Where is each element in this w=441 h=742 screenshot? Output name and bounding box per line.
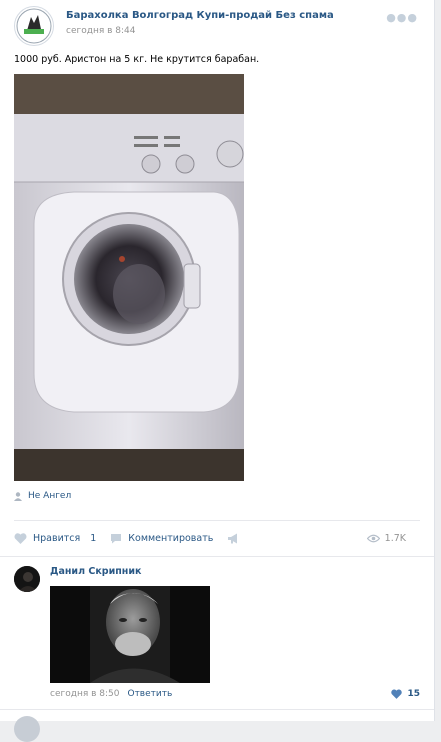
post-actions: Нравится 1 Комментировать 1.7K [14, 531, 420, 545]
comment-author-name[interactable]: Данил Скрипник [50, 566, 141, 577]
comment-icon [111, 533, 122, 543]
divider [0, 556, 434, 557]
comment-like-count: 15 [407, 689, 420, 699]
comment-meta: сегодня в 8:50 Ответить [50, 689, 172, 699]
post-text: 1000 руб. Аристон на 5 кг. Не крутится б… [14, 54, 260, 65]
more-icon[interactable]: ●●● [386, 11, 418, 24]
post-card: Барахолка Волгоград Купи-продай Без спам… [0, 0, 435, 742]
washing-machine-image [14, 74, 244, 481]
like-label: Нравится [33, 532, 81, 544]
comment-author-avatar[interactable] [14, 566, 40, 592]
comment-timestamp[interactable]: сегодня в 8:50 [50, 689, 119, 699]
divider [0, 709, 434, 710]
group-name-link[interactable]: Барахолка Волгоград Купи-продай Без спам… [66, 10, 334, 21]
comment-like-button[interactable]: 15 [391, 689, 420, 699]
views-count: 1.7K [384, 532, 406, 544]
post-signer[interactable]: Не Ангел [14, 491, 71, 501]
group-logo-icon [16, 8, 52, 44]
eye-icon [366, 534, 380, 542]
group-avatar[interactable] [14, 6, 54, 46]
divider [14, 520, 420, 521]
post-timestamp[interactable]: сегодня в 8:44 [66, 26, 135, 36]
like-count: 1 [90, 532, 97, 544]
post-photo[interactable] [14, 74, 244, 481]
views-counter: 1.7K [366, 532, 406, 544]
next-comment-avatar[interactable] [14, 716, 40, 742]
comment-button[interactable]: Комментировать [110, 533, 213, 544]
signer-name[interactable]: Не Ангел [28, 491, 71, 501]
comment-photo[interactable] [50, 586, 210, 683]
reply-link[interactable]: Ответить [127, 689, 172, 699]
comment-label: Комментировать [128, 532, 214, 544]
user-icon [14, 491, 22, 501]
like-button[interactable]: Нравится 1 [14, 533, 96, 544]
heart-icon [391, 689, 403, 699]
heart-icon [14, 532, 27, 544]
comment-image [50, 586, 210, 683]
share-icon [228, 533, 238, 543]
share-button[interactable] [227, 533, 240, 544]
avatar-image [14, 566, 40, 592]
